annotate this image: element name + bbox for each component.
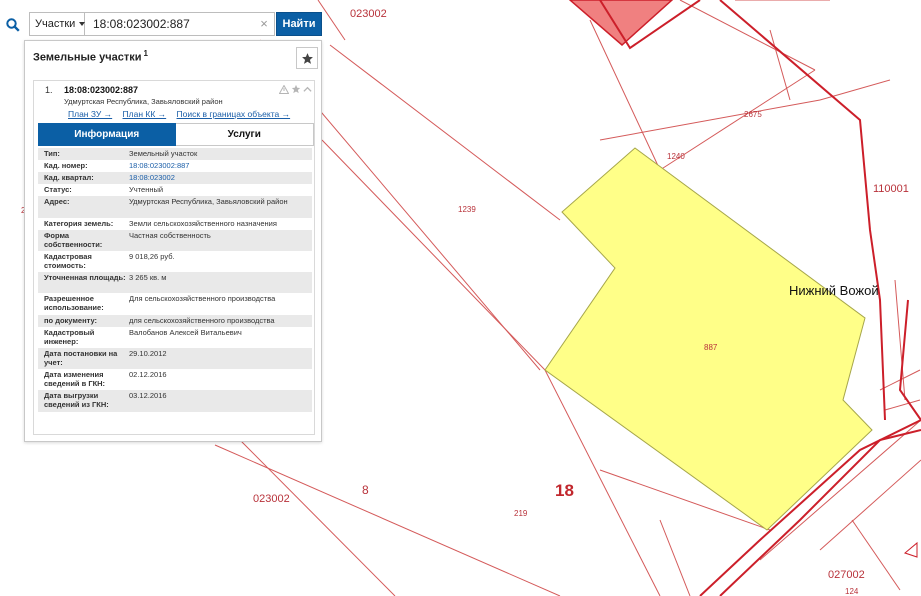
link-plan-zu[interactable]: План ЗУ → [68, 109, 112, 119]
attribute-row: по документу: для сельскохозяйственного п… [38, 315, 312, 327]
attribute-table: Тип: Земельный участок Кад. номер: 18:08:02… [38, 148, 312, 412]
result-actions [279, 84, 312, 94]
attribute-value: 03.12.2016 [129, 391, 167, 400]
panel-title-text: Земельные участки [33, 51, 142, 64]
attribute-row: Форма собственности: Частная собственност… [38, 230, 312, 251]
favorite-button[interactable] [296, 47, 318, 69]
district-label-8: 8 [362, 483, 369, 497]
attribute-key: Кад. номер: [44, 161, 88, 170]
attribute-key: Дата изменения сведений в ГКН: [44, 370, 106, 388]
region-label-18: 18 [555, 481, 574, 500]
attribute-key: Кадастровая стоимость: [44, 252, 92, 270]
attribute-row: Адрес: Удмуртская Республика, Завьяловски… [38, 196, 312, 218]
attribute-row: Дата изменения сведений в ГКН: 02.12.2016 [38, 369, 312, 390]
attribute-key: Статус: [44, 185, 72, 194]
parcel-label-887: 887 [704, 343, 718, 352]
parcel-label-1239: 1239 [458, 205, 476, 214]
attribute-row: Разрешенное использование: Для сельскохоз… [38, 293, 312, 315]
parcel-label-1240: 1240 [667, 152, 685, 161]
object-type-dropdown[interactable]: Участки [29, 12, 86, 36]
link-search-in-bounds[interactable]: Поиск в границах объекта → [177, 109, 291, 119]
attribute-key: Дата выгрузки сведений из ГКН: [44, 391, 109, 409]
attribute-value: 9 018,26 руб. [129, 252, 175, 261]
search-icon[interactable] [0, 12, 26, 38]
attribute-value[interactable]: 18:08:023002 [129, 172, 312, 184]
attribute-row: Кадастровая стоимость: 9 018,26 руб. [38, 251, 312, 272]
quarter-label-023002-bottom: 023002 [253, 493, 290, 505]
parcel-label-219: 219 [514, 509, 528, 518]
results-panel: Земельные участки 1 1. 18:08:023002:887 У… [24, 40, 322, 442]
parcel-label-2675: 2675 [744, 110, 762, 119]
info-tabs: Информация Услуги [38, 123, 314, 146]
object-type-label: Участки [35, 18, 76, 30]
attribute-row: Дата выгрузки сведений из ГКН: 03.12.2016 [38, 390, 312, 412]
selected-parcel-887[interactable] [544, 147, 873, 531]
attribute-key: Категория земель: [44, 219, 114, 228]
attribute-key: по документу: [44, 316, 98, 325]
attribute-key: Тип: [44, 149, 60, 158]
attribute-key: Дата постановки на учет: [44, 349, 118, 367]
result-cad-number[interactable]: 18:08:023002:887 [64, 85, 138, 95]
tab-services[interactable]: Услуги [175, 123, 314, 146]
attribute-key: Уточненная площадь: [44, 273, 126, 282]
attribute-value: 02.12.2016 [129, 370, 167, 379]
attribute-row: Категория земель: Земли сельскохозяйствен… [38, 218, 312, 230]
attribute-row: Кад. квартал: 18:08:023002 [38, 172, 312, 184]
star-icon [301, 52, 313, 64]
attribute-value: Частная собственность [129, 231, 211, 240]
attribute-key: Разрешенное использование: [44, 294, 104, 312]
attribute-key: Кад. квартал: [44, 173, 94, 182]
link-plan-kk[interactable]: План КК → [123, 109, 167, 119]
result-links: План ЗУ → План КК → Поиск в границах объ… [68, 109, 298, 119]
attribute-value: 3 265 кв. м [129, 273, 167, 282]
attribute-key: Кадастровый инженер: [44, 328, 95, 346]
tab-information[interactable]: Информация [38, 123, 176, 146]
attribute-value: Валобанов Алексей Витальевич [129, 328, 242, 337]
attribute-row: Кад. номер: 18:08:023002:887 [38, 160, 312, 172]
clear-icon[interactable]: × [258, 17, 270, 31]
attribute-value: Удмуртская Республика, Завьяловский райо… [129, 197, 288, 206]
attribute-key: Адрес: [44, 197, 70, 206]
attribute-value: Земли сельскохозяйственного назначения [129, 219, 277, 228]
result-card[interactable]: 1. 18:08:023002:887 Удмуртская Республик… [33, 80, 315, 435]
attribute-row: Тип: Земельный участок [38, 148, 312, 160]
result-address: Удмуртская Республика, Завьяловский райо… [64, 97, 223, 106]
attribute-row: Дата постановки на учет: 29.10.2012 [38, 348, 312, 369]
chevron-up-icon[interactable] [303, 85, 312, 94]
attribute-value: для сельскохозяйственного производства [129, 316, 275, 325]
quarter-label-023002-top: 023002 [350, 8, 387, 20]
warning-icon[interactable] [279, 84, 289, 94]
attribute-row: Статус: Учтенный [38, 184, 312, 196]
attribute-value: 29.10.2012 [129, 349, 167, 358]
attribute-key: Форма собственности: [44, 231, 103, 249]
attribute-row: Уточненная площадь: 3 265 кв. м [38, 272, 312, 293]
result-count: 1 [143, 49, 148, 58]
result-index: 1. [45, 85, 53, 95]
quarter-label-027002: 027002 [828, 569, 865, 581]
attribute-value: Учтенный [129, 185, 164, 194]
attribute-value: Земельный участок [129, 149, 198, 158]
parcel-label-124: 124 [845, 587, 859, 596]
triangle-marker [903, 541, 918, 558]
panel-title: Земельные участки 1 [33, 49, 148, 64]
attribute-value[interactable]: 18:08:023002:887 [129, 160, 312, 172]
attribute-value: Для сельскохозяйственного производства [129, 294, 276, 303]
search-input[interactable] [85, 12, 275, 36]
attribute-row: Кадастровый инженер: Валобанов Алексей Ви… [38, 327, 312, 348]
find-button[interactable]: Найти [276, 12, 322, 36]
star-icon[interactable] [291, 84, 301, 94]
place-label: Нижний Вожой [789, 283, 879, 298]
pink-parcel[interactable] [568, 0, 674, 47]
quarter-label-110001: 110001 [873, 183, 909, 195]
